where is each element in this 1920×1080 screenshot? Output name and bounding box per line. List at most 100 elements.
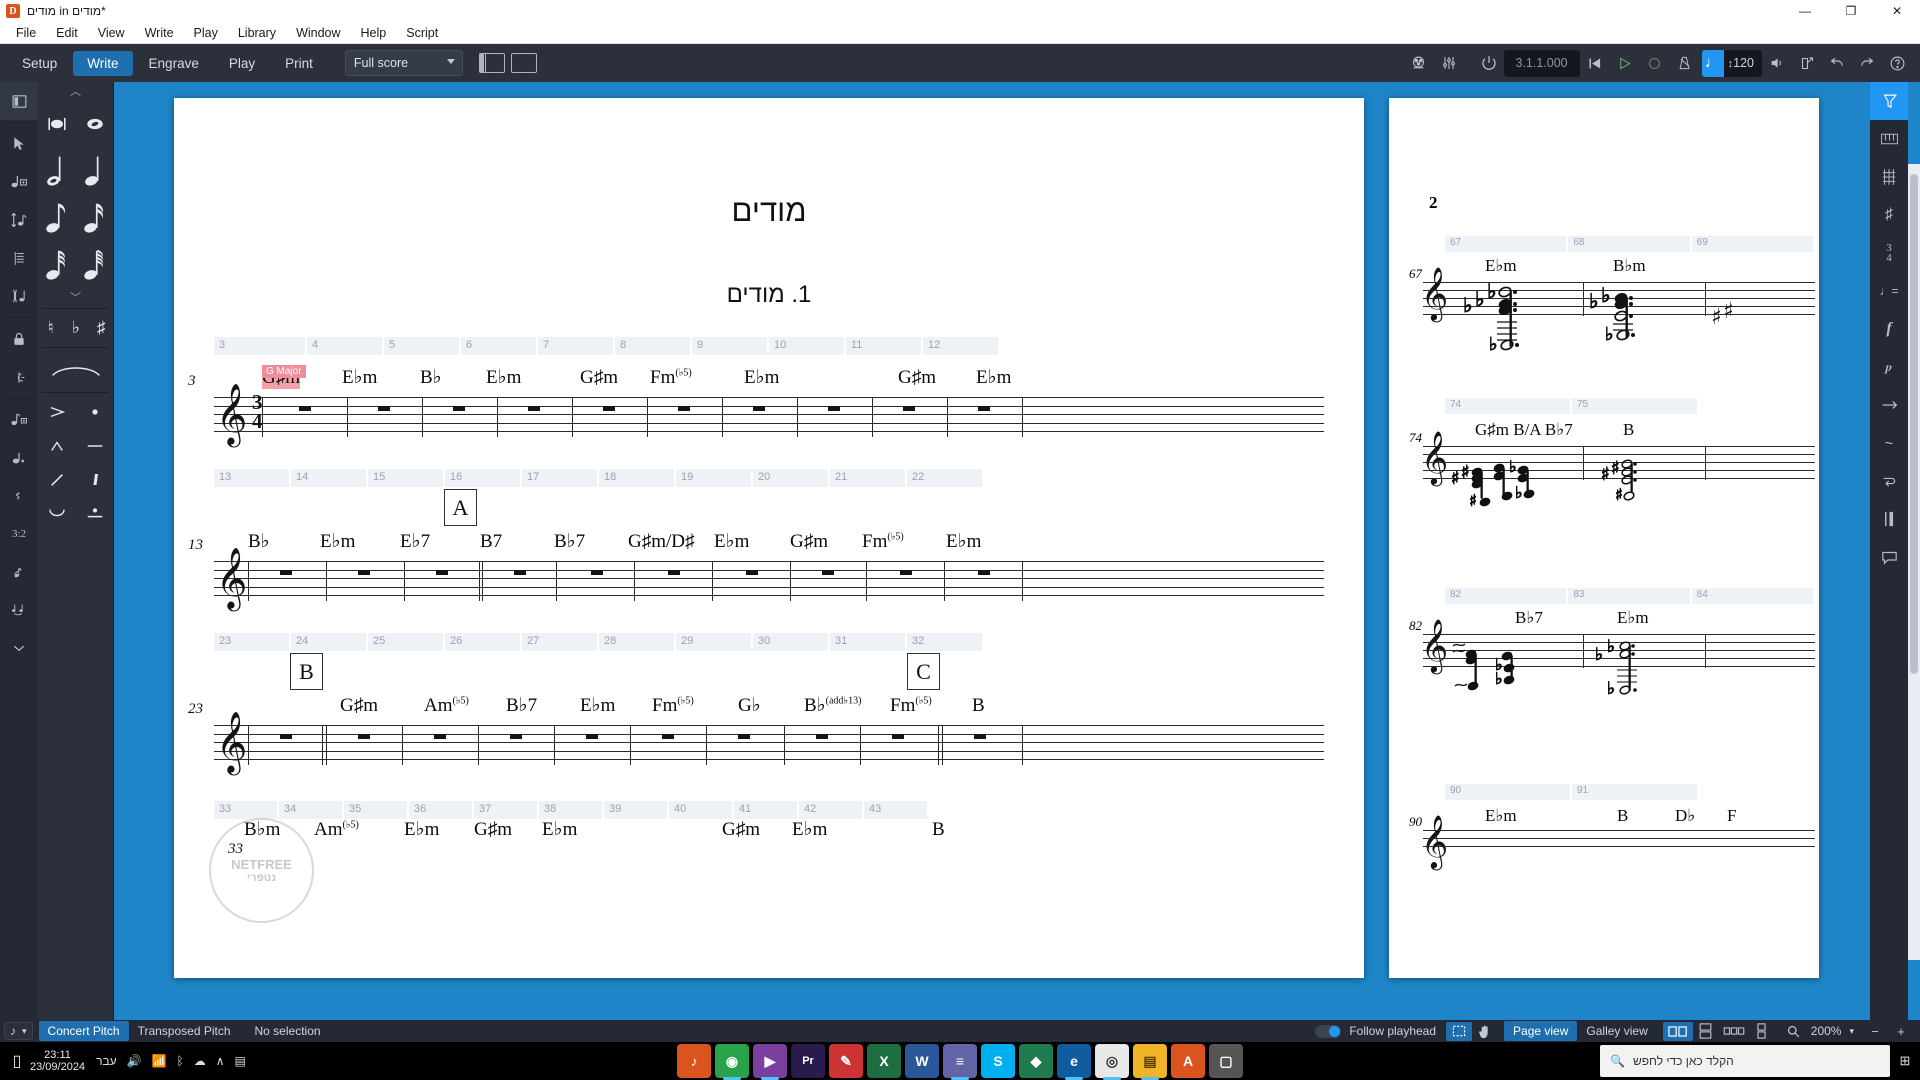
page-view-button[interactable]: Page view bbox=[1504, 1021, 1578, 1041]
chord-symbol[interactable]: Am(♭5) bbox=[314, 819, 359, 841]
score-canvas[interactable]: מודים 1. מודים 3 4 5 6 7 8 9 10 11 12 G … bbox=[114, 82, 1920, 1020]
bar-cell[interactable]: 68 bbox=[1568, 236, 1690, 252]
taskbar-app-paint[interactable]: ✎ bbox=[829, 1044, 863, 1078]
chord-symbol[interactable]: E♭m bbox=[1485, 806, 1517, 826]
slur-button[interactable] bbox=[38, 350, 113, 390]
accidental-natural[interactable]: ♮ bbox=[38, 311, 63, 345]
menu-script[interactable]: Script bbox=[396, 24, 448, 42]
bar-cell[interactable]: 26 bbox=[445, 633, 520, 651]
bar-cell[interactable]: 37 bbox=[474, 801, 537, 819]
bar-cell[interactable]: 12 bbox=[923, 337, 998, 355]
menu-play[interactable]: Play bbox=[184, 24, 228, 42]
taskbar-app-edge[interactable]: e bbox=[1057, 1044, 1091, 1080]
chord-symbol[interactable]: G♭ bbox=[738, 694, 761, 717]
chord-symbol[interactable]: E♭m bbox=[714, 530, 749, 553]
chord-symbol[interactable]: B bbox=[972, 695, 985, 717]
chord-symbol[interactable]: G♯m bbox=[790, 531, 828, 553]
bar-cell[interactable]: 27 bbox=[522, 633, 597, 651]
accidental-sharp[interactable]: ♯ bbox=[89, 311, 114, 345]
chord-symbol[interactable]: B♭7 bbox=[1515, 608, 1543, 628]
spreads-layout-icon[interactable] bbox=[1662, 1021, 1693, 1041]
chord-symbol[interactable]: E♭m bbox=[1617, 608, 1649, 628]
note-input-icon[interactable] bbox=[0, 163, 38, 201]
duration-half[interactable] bbox=[38, 147, 76, 194]
select-arrow-icon[interactable] bbox=[0, 125, 38, 163]
bar-cell[interactable]: 5 bbox=[384, 337, 459, 355]
taskbar-app-acrobat[interactable]: A bbox=[1171, 1044, 1205, 1078]
power-icon[interactable] bbox=[1474, 49, 1504, 77]
bar-cell[interactable]: 91 bbox=[1572, 784, 1697, 800]
properties-icon[interactable] bbox=[1870, 82, 1908, 120]
taskbar-clock[interactable]: 23:11 23/09/2024 bbox=[30, 1049, 85, 1073]
chord-symbol[interactable]: E♭m bbox=[404, 819, 439, 841]
chord-symbol[interactable]: Fm(♭5) bbox=[650, 367, 692, 389]
articulation-staccatissimo[interactable] bbox=[76, 463, 114, 497]
taskbar-app-explorer[interactable]: ▤ bbox=[1133, 1044, 1167, 1080]
mode-play[interactable]: Play bbox=[215, 51, 269, 76]
language-indicator[interactable]: עבר bbox=[96, 1054, 117, 1068]
chord-symbol[interactable]: B♭ bbox=[420, 366, 442, 389]
bar-cell[interactable]: 69 bbox=[1691, 236, 1813, 252]
bar-cell[interactable]: 39 bbox=[604, 801, 667, 819]
mode-print[interactable]: Print bbox=[271, 51, 327, 76]
chord-symbol[interactable]: Fm(♭5) bbox=[890, 695, 932, 717]
taskbar-app-word[interactable]: W bbox=[905, 1044, 939, 1078]
bar-cell[interactable]: 36 bbox=[409, 801, 472, 819]
horizontal-layout-icon[interactable] bbox=[1719, 1022, 1749, 1041]
bar-cell[interactable]: 10 bbox=[769, 337, 844, 355]
galley-view-button[interactable]: Galley view bbox=[1577, 1021, 1656, 1041]
metronome-icon[interactable] bbox=[1670, 49, 1700, 77]
chord-symbol[interactable]: G♯m bbox=[898, 367, 936, 389]
dynamics-icon[interactable]: f bbox=[1870, 310, 1908, 348]
bar-cell[interactable]: 17 bbox=[522, 469, 597, 487]
bar-cell[interactable]: 83 bbox=[1568, 588, 1690, 604]
chord-symbol[interactable]: B bbox=[1617, 806, 1628, 826]
taskbar-app-maps[interactable]: ◆ bbox=[1019, 1044, 1053, 1078]
note-add-icon[interactable] bbox=[0, 401, 38, 439]
start-button[interactable]: ⊞ bbox=[1894, 1053, 1916, 1069]
menu-file[interactable]: File bbox=[6, 24, 46, 42]
chord-symbol[interactable]: E♭m bbox=[792, 819, 827, 841]
taskbar-search[interactable]: הקלד כאן כדי לחפש 🔍 bbox=[1600, 1045, 1890, 1077]
chord-symbol[interactable]: B7 bbox=[480, 531, 502, 553]
split-view-button[interactable] bbox=[478, 53, 505, 73]
bar-cell[interactable]: 30 bbox=[753, 633, 828, 651]
show-hidden-icons-icon[interactable]: ∧ bbox=[216, 1054, 225, 1068]
vertical-scroll-thumb[interactable] bbox=[1910, 174, 1918, 674]
bar-cell[interactable]: 13 bbox=[214, 469, 289, 487]
bar-cell[interactable]: 22 bbox=[907, 469, 982, 487]
duration-quarter[interactable] bbox=[76, 147, 114, 194]
more-tools-icon[interactable] bbox=[0, 629, 38, 667]
single-view-button[interactable] bbox=[510, 53, 537, 73]
bar-cell[interactable]: 3 bbox=[214, 337, 305, 355]
duration-sixteenth[interactable] bbox=[76, 194, 114, 241]
time-signature-icon[interactable]: 34 bbox=[1870, 234, 1908, 272]
bluetooth-tray-icon[interactable]: ᛒ bbox=[177, 1054, 184, 1068]
bar-cell[interactable]: 42 bbox=[799, 801, 862, 819]
chord-symbol[interactable]: E♭m bbox=[946, 530, 981, 553]
close-button[interactable]: ✕ bbox=[1874, 0, 1920, 22]
chord-symbol[interactable]: B♭m bbox=[1613, 256, 1646, 276]
volume-icon[interactable] bbox=[1762, 49, 1792, 77]
menu-write[interactable]: Write bbox=[135, 24, 184, 42]
staff[interactable]: 82 𝄞 ♭ ♭ ♭ ♭ ♭ bbox=[1405, 618, 1815, 724]
menu-help[interactable]: Help bbox=[351, 24, 397, 42]
lock-pitch-icon[interactable] bbox=[0, 358, 38, 396]
chord-symbol[interactable]: E♭m bbox=[580, 694, 615, 717]
bar-cell[interactable]: 38 bbox=[539, 801, 602, 819]
help-icon[interactable] bbox=[1882, 49, 1912, 77]
bar-cell[interactable]: 20 bbox=[753, 469, 828, 487]
bar-cell[interactable]: 32 bbox=[907, 633, 982, 651]
chord-symbol[interactable]: E♭7 bbox=[400, 530, 430, 553]
comments-icon[interactable] bbox=[1870, 538, 1908, 576]
rest-icon[interactable] bbox=[0, 477, 38, 515]
staff-1[interactable]: 𝄞 34 bbox=[214, 388, 1324, 441]
record-icon[interactable] bbox=[1640, 49, 1670, 77]
bar-cell[interactable]: 23 bbox=[214, 633, 289, 651]
chord-symbol[interactable]: E♭m bbox=[744, 366, 779, 389]
bar-cell[interactable]: 15 bbox=[368, 469, 443, 487]
insert-icon[interactable] bbox=[0, 277, 38, 315]
bar-cell[interactable]: 25 bbox=[368, 633, 443, 651]
bar-cell[interactable]: 24 bbox=[291, 633, 366, 651]
bar-cell[interactable]: 29 bbox=[676, 633, 751, 651]
